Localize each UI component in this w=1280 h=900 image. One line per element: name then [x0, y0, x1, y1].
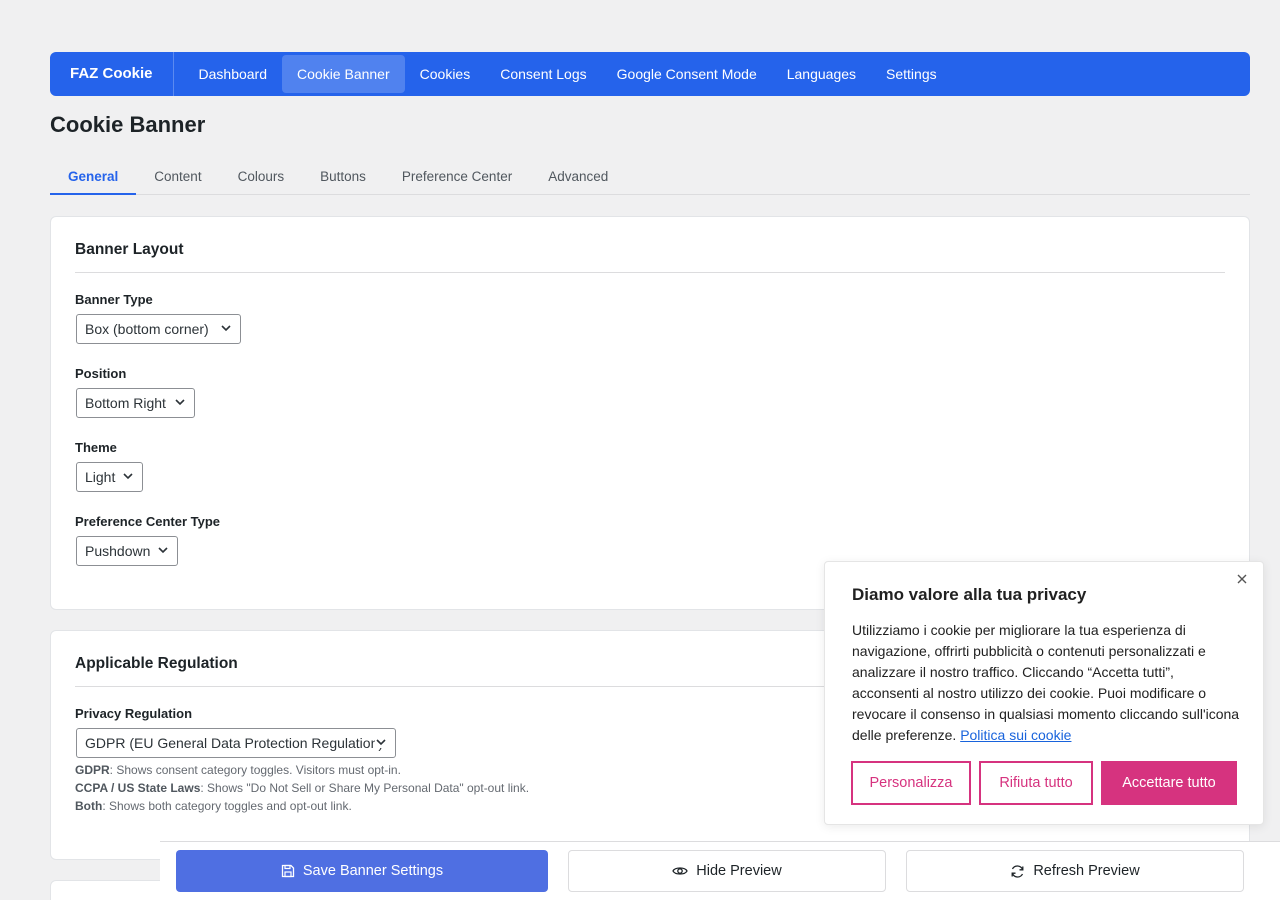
banner-title: Diamo valore alla tua privacy: [852, 585, 1087, 604]
close-icon[interactable]: [1235, 572, 1249, 586]
nav-item-google-consent-mode[interactable]: Google Consent Mode: [602, 55, 772, 93]
help-term: Both: [75, 799, 103, 813]
position-label: Position: [75, 366, 127, 381]
save-button-label: Save Banner Settings: [302, 863, 444, 879]
preference-center-type-label: Preference Center Type: [75, 514, 220, 529]
top-navigation: FAZ Cookie Dashboard Cookie Banner Cooki…: [50, 52, 1250, 96]
chevron-down-icon: [221, 325, 231, 332]
help-text: : Shows both category toggles and opt-ou…: [102, 799, 352, 813]
page-title: Cookie Banner: [50, 112, 206, 137]
save-banner-settings-button[interactable]: Save Banner Settings: [176, 850, 548, 892]
chevron-down-icon: [123, 473, 133, 480]
customize-button[interactable]: Personalizza: [851, 761, 971, 805]
card-divider: [75, 272, 1225, 273]
position-value: Bottom Right: [85, 395, 166, 411]
accept-all-button[interactable]: Accettare tutto: [1101, 761, 1237, 805]
help-gdpr: GDPR: Shows consent category toggles. Vi…: [75, 763, 401, 777]
banner-layout-title: Banner Layout: [75, 241, 184, 258]
nav-items: Dashboard Cookie Banner Cookies Consent …: [184, 55, 952, 93]
preference-center-type-select[interactable]: Pushdown: [76, 536, 178, 566]
tab-colours[interactable]: Colours: [220, 160, 303, 195]
eye-icon: [672, 867, 689, 875]
tab-buttons[interactable]: Buttons: [302, 160, 384, 195]
chevron-down-icon: [375, 736, 387, 748]
applicable-regulation-title: Applicable Regulation: [75, 655, 238, 672]
chevron-down-icon: [175, 399, 185, 406]
banner-description: Utilizziamo i cookie per migliorare la t…: [852, 620, 1242, 746]
tab-advanced[interactable]: Advanced: [530, 160, 626, 195]
nav-item-dashboard[interactable]: Dashboard: [184, 55, 283, 93]
refresh-preview-label: Refresh Preview: [1033, 863, 1140, 879]
cookie-policy-link[interactable]: Politica sui cookie: [960, 727, 1071, 743]
help-term: GDPR: [75, 763, 110, 777]
nav-item-settings[interactable]: Settings: [871, 55, 952, 93]
banner-text: Utilizziamo i cookie per migliorare la t…: [852, 622, 1240, 743]
tab-content[interactable]: Content: [136, 160, 219, 195]
tab-preference-center[interactable]: Preference Center: [384, 160, 530, 195]
refresh-preview-button[interactable]: Refresh Preview: [906, 850, 1244, 892]
hide-preview-label: Hide Preview: [696, 863, 782, 879]
theme-select[interactable]: Light: [76, 462, 143, 492]
help-ccpa: CCPA / US State Laws: Shows "Do Not Sell…: [75, 781, 529, 795]
nav-item-consent-logs[interactable]: Consent Logs: [485, 55, 601, 93]
theme-value: Light: [85, 469, 116, 485]
help-both: Both: Shows both category toggles and op…: [75, 799, 352, 813]
banner-type-label: Banner Type: [75, 292, 153, 307]
preference-center-type-value: Pushdown: [85, 543, 151, 559]
brand-logo[interactable]: FAZ Cookie: [50, 52, 174, 96]
banner-layout-card: Banner Layout Banner Type Box (bottom co…: [50, 216, 1250, 610]
privacy-regulation-select[interactable]: GDPR (EU General Data Protection Regulat…: [76, 728, 396, 758]
reject-all-button[interactable]: Rifiuta tutto: [979, 761, 1093, 805]
help-term: CCPA / US State Laws: [75, 781, 201, 795]
nav-item-cookie-banner[interactable]: Cookie Banner: [282, 55, 405, 93]
hide-preview-button[interactable]: Hide Preview: [568, 850, 886, 892]
tab-general[interactable]: General: [50, 160, 137, 195]
nav-item-cookies[interactable]: Cookies: [405, 55, 486, 93]
theme-label: Theme: [75, 440, 117, 455]
position-select[interactable]: Bottom Right: [76, 388, 195, 418]
cookie-banner-preview: Diamo valore alla tua privacy Utilizziam…: [824, 561, 1264, 825]
nav-item-languages[interactable]: Languages: [772, 55, 871, 93]
settings-tabs: General Content Colours Buttons Preferen…: [50, 160, 1250, 195]
chevron-down-icon: [158, 547, 168, 554]
help-text: : Shows "Do Not Sell or Share My Persona…: [200, 781, 530, 795]
privacy-regulation-value: GDPR (EU General Data Protection Regulat…: [85, 735, 384, 751]
refresh-icon: [1011, 864, 1024, 878]
privacy-regulation-label: Privacy Regulation: [75, 706, 193, 721]
banner-type-value: Box (bottom corner): [85, 321, 209, 337]
bottom-action-bar: Save Banner Settings Hide Preview Refres…: [160, 841, 1280, 900]
banner-type-select[interactable]: Box (bottom corner): [76, 314, 241, 344]
help-text: : Shows consent category toggles. Visito…: [109, 763, 401, 777]
save-icon: [281, 864, 295, 878]
